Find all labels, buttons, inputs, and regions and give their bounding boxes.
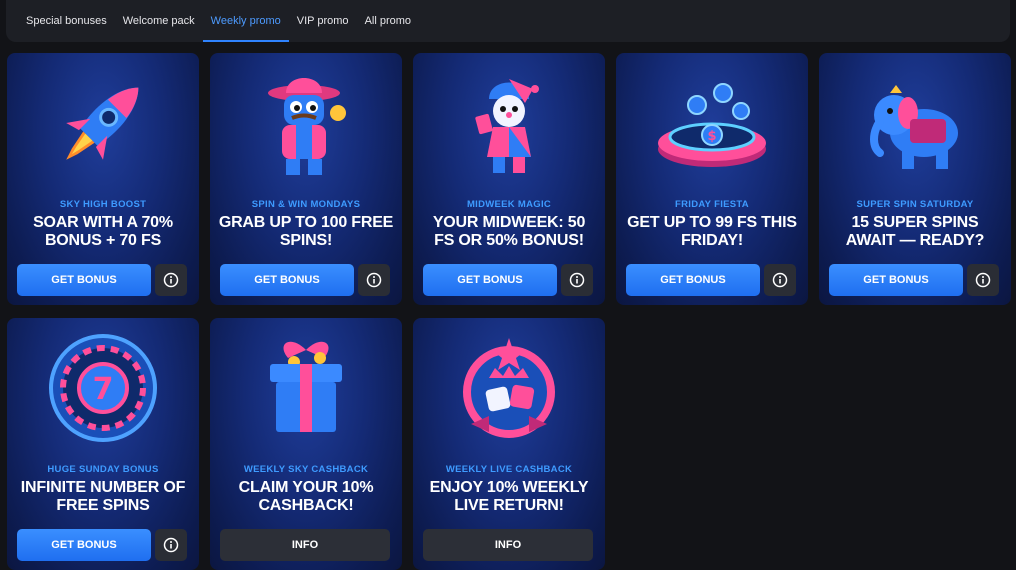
promo-card-midweek-magic: MIDWEEK MAGIC YOUR MIDWEEK: 50 FS OR 50%…	[413, 53, 605, 305]
get-bonus-button[interactable]: GET BONUS	[17, 529, 151, 561]
info-icon	[163, 272, 179, 288]
cowboy-robot-icon	[210, 53, 402, 193]
info-button[interactable]: INFO	[423, 529, 593, 561]
tab-special-bonuses[interactable]: Special bonuses	[18, 0, 115, 42]
card-subtitle: SPIN & WIN MONDAYS	[251, 199, 361, 210]
info-button[interactable]	[155, 264, 187, 296]
card-title: 15 SUPER SPINS AWAIT — READY?	[845, 214, 985, 249]
promo-card-weekly-live-cashback: WEEKLY LIVE CASHBACK ENJOY 10% WEEKLY LI…	[413, 318, 605, 570]
svg-text:$: $	[707, 129, 716, 144]
tab-all-promo[interactable]: All promo	[357, 0, 419, 42]
lucky-seven-wheel-icon: 7	[7, 318, 199, 458]
svg-text:7: 7	[93, 372, 114, 407]
promo-card-huge-sunday-bonus: 7 HUGE SUNDAY BONUS INFINITE NUMBER OF F…	[7, 318, 199, 570]
info-button[interactable]	[561, 264, 593, 296]
info-icon	[975, 272, 991, 288]
get-bonus-button[interactable]: GET BONUS	[829, 264, 963, 296]
info-icon	[569, 272, 585, 288]
get-bonus-button[interactable]: GET BONUS	[220, 264, 354, 296]
get-bonus-button[interactable]: GET BONUS	[423, 264, 557, 296]
card-title: CLAIM YOUR 10% CASHBACK!	[238, 479, 374, 514]
card-subtitle: FRIDAY FIESTA	[675, 199, 749, 210]
card-subtitle: SUPER SPIN SATURDAY	[856, 199, 974, 210]
info-icon	[366, 272, 382, 288]
rocket-icon	[7, 53, 199, 193]
info-button[interactable]	[764, 264, 796, 296]
jester-icon	[413, 53, 605, 193]
card-title: INFINITE NUMBER OF FREE SPINS	[20, 479, 186, 514]
promo-card-super-spin-saturday: SUPER SPIN SATURDAY 15 SUPER SPINS AWAIT…	[819, 53, 1011, 305]
tab-vip-promo[interactable]: VIP promo	[289, 0, 357, 42]
info-button[interactable]: INFO	[220, 529, 390, 561]
card-subtitle: HUGE SUNDAY BONUS	[47, 464, 159, 475]
tab-welcome-pack[interactable]: Welcome pack	[115, 0, 203, 42]
card-title: YOUR MIDWEEK: 50 FS OR 50% BONUS!	[432, 214, 586, 249]
coin-fountain-icon: $	[616, 53, 808, 193]
card-title: GRAB UP TO 100 FREE SPINS!	[218, 214, 394, 249]
promo-card-weekly-sky-cashback: WEEKLY SKY CASHBACK CLAIM YOUR 10% CASHB…	[210, 318, 402, 570]
info-button[interactable]	[358, 264, 390, 296]
info-button[interactable]	[155, 529, 187, 561]
elephant-icon	[819, 53, 1011, 193]
card-title: ENJOY 10% WEEKLY LIVE RETURN!	[429, 479, 589, 514]
card-subtitle: WEEKLY LIVE CASHBACK	[445, 464, 573, 475]
tab-weekly-promo[interactable]: Weekly promo	[202, 0, 289, 42]
promo-tabs: Special bonuses Welcome pack Weekly prom…	[6, 0, 1010, 42]
gift-box-icon	[210, 318, 402, 458]
promo-card-sky-high-boost: SKY HIGH BOOST SOAR WITH A 70% BONUS + 7…	[7, 53, 199, 305]
dice-crown-icon	[413, 318, 605, 458]
info-button[interactable]	[967, 264, 999, 296]
card-title: GET UP TO 99 FS THIS FRIDAY!	[627, 214, 797, 249]
info-icon	[163, 537, 179, 553]
card-title: SOAR WITH A 70% BONUS + 70 FS	[33, 214, 173, 249]
get-bonus-button[interactable]: GET BONUS	[626, 264, 760, 296]
get-bonus-button[interactable]: GET BONUS	[17, 264, 151, 296]
card-subtitle: SKY HIGH BOOST	[59, 199, 147, 210]
promo-card-spin-win-mondays: SPIN & WIN MONDAYS GRAB UP TO 100 FREE S…	[210, 53, 402, 305]
info-icon	[772, 272, 788, 288]
card-subtitle: WEEKLY SKY CASHBACK	[243, 464, 369, 475]
promo-card-friday-fiesta: $ FRIDAY FIESTA GET UP TO 99 FS THIS FRI…	[616, 53, 808, 305]
card-subtitle: MIDWEEK MAGIC	[466, 199, 552, 210]
